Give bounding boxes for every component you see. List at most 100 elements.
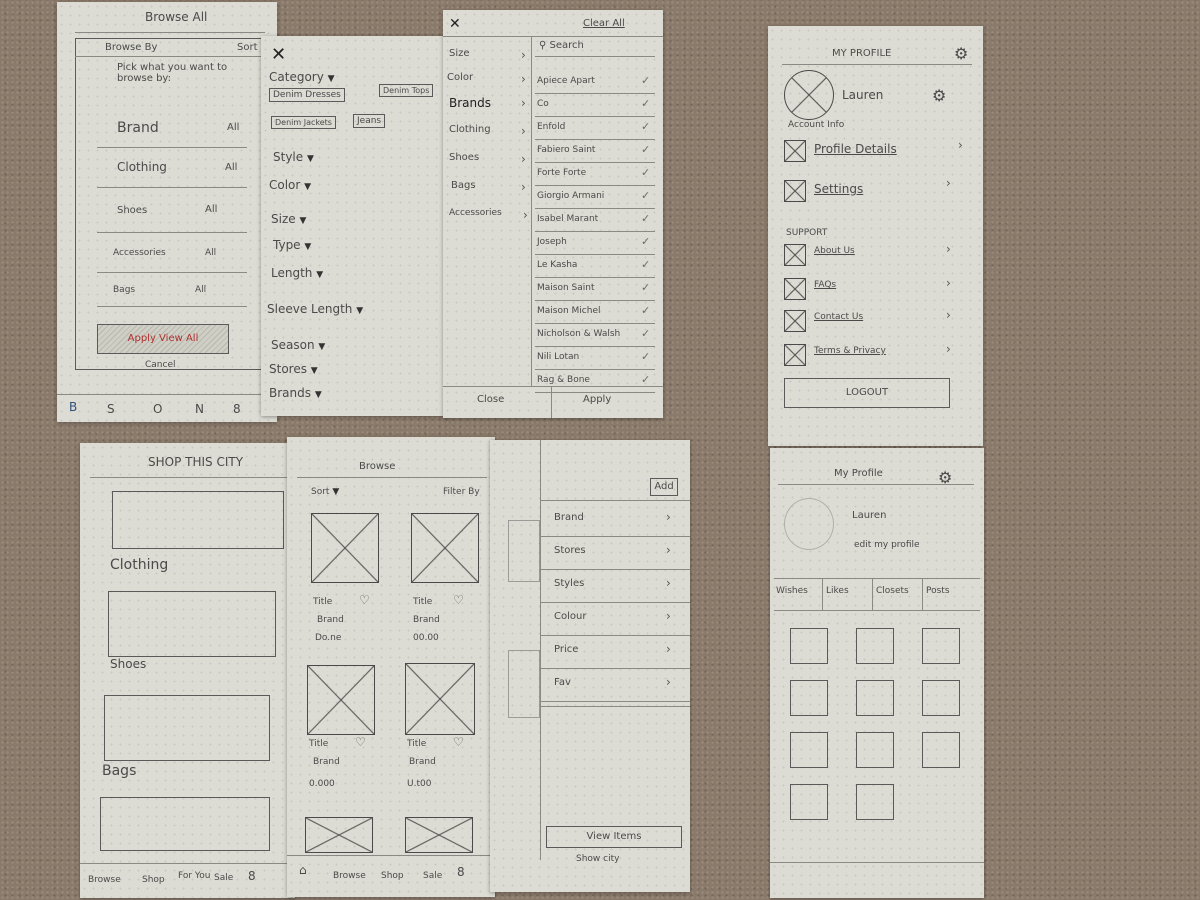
clear-all-link[interactable]: Clear All (583, 18, 625, 29)
settings-icon[interactable]: ⚙ (954, 44, 968, 63)
nav-item[interactable]: For You (178, 871, 210, 881)
bags-banner[interactable] (100, 797, 270, 851)
edit-profile-link[interactable]: edit my profile (854, 540, 920, 550)
apply-view-all-button[interactable]: Apply View All (97, 324, 229, 354)
filter-item[interactable]: Brands ▼ (269, 386, 322, 400)
brand-row[interactable]: Co ✓ (537, 97, 657, 117)
support-item[interactable]: About Us › (784, 242, 964, 268)
post-thumbnail[interactable] (856, 784, 894, 820)
close-icon[interactable]: ✕ (271, 44, 286, 65)
category-item[interactable]: Shoes › (449, 152, 526, 166)
tab-browse-by[interactable]: Browse By (105, 42, 157, 53)
chip-denim-tops[interactable]: Denim Tops (379, 84, 434, 97)
avatar[interactable] (784, 70, 834, 120)
tab-likes[interactable]: Likes (826, 586, 849, 596)
brand-row[interactable]: Isabel Marant ✓ (537, 212, 657, 232)
nav-item[interactable]: N (195, 402, 204, 416)
nav-item[interactable]: Browse (333, 871, 366, 881)
drawer-item[interactable]: Fav › (546, 671, 682, 699)
home-icon[interactable]: ⌂ (299, 863, 307, 877)
brand-row[interactable]: Forte Forte ✓ (537, 166, 657, 186)
post-thumbnail[interactable] (856, 628, 894, 664)
filter-item[interactable]: Style ▼ (273, 150, 314, 164)
post-thumbnail[interactable] (856, 732, 894, 768)
filter-item[interactable]: Size ▼ (271, 212, 306, 226)
nav-item[interactable]: Browse (88, 875, 121, 885)
chip-jeans[interactable]: Jeans (353, 114, 386, 128)
drawer-item[interactable]: Stores › (546, 539, 682, 567)
post-thumbnail[interactable] (922, 732, 960, 768)
brand-row[interactable]: Le Kasha ✓ (537, 258, 657, 278)
view-items-button[interactable]: View Items (546, 826, 682, 848)
apply-button[interactable]: Apply (583, 394, 611, 405)
brand-row[interactable]: Maison Michel ✓ (537, 304, 657, 324)
drawer-item[interactable]: Styles › (546, 572, 682, 600)
search-input[interactable]: ⚲ Search (539, 40, 584, 51)
category-item[interactable]: Size › (449, 48, 526, 62)
logout-button[interactable]: LOGOUT (784, 378, 950, 408)
hero-banner[interactable] (112, 491, 284, 549)
nav-item[interactable]: Shop (142, 875, 165, 885)
nav-item[interactable]: Sale (214, 873, 233, 883)
brand-row[interactable]: Nili Lotan ✓ (537, 350, 657, 370)
gear-icon[interactable]: ⚙ (932, 86, 946, 105)
heart-icon[interactable]: ♡ (355, 735, 366, 749)
heart-icon[interactable]: ♡ (453, 735, 464, 749)
filter-button[interactable]: Filter By (443, 487, 480, 497)
support-item[interactable]: Terms & Privacy › (784, 342, 964, 368)
category-label[interactable]: Category ▼ (269, 70, 335, 84)
tab-sort[interactable]: Sort (237, 42, 258, 53)
nav-item[interactable]: 8 (233, 402, 241, 416)
drawer-item[interactable]: Price › (546, 638, 682, 666)
filter-item[interactable]: Sleeve Length ▼ (267, 302, 363, 316)
close-icon[interactable]: ✕ (449, 16, 461, 32)
filter-item[interactable]: Season ▼ (271, 338, 325, 352)
brand-row[interactable]: Apiece Apart ✓ (537, 74, 657, 94)
support-item[interactable]: Contact Us › (784, 308, 964, 334)
category-item[interactable]: Bags › (451, 180, 526, 194)
category-item[interactable]: Brands › (449, 96, 526, 110)
drawer-item[interactable]: Colour › (546, 605, 682, 633)
nav-item[interactable]: O (153, 402, 162, 416)
heart-icon[interactable]: ♡ (359, 593, 370, 607)
clothing-banner[interactable] (108, 591, 276, 657)
category-item[interactable]: Clothing › (449, 124, 526, 138)
support-item[interactable]: FAQs › (784, 276, 964, 302)
heart-icon[interactable]: ♡ (453, 593, 464, 607)
tab-closets[interactable]: Closets (876, 586, 909, 596)
post-thumbnail[interactable] (922, 628, 960, 664)
filter-item[interactable]: Color ▼ (269, 178, 311, 192)
chip-denim-jackets[interactable]: Denim Jackets (271, 116, 336, 129)
brand-row[interactable]: Giorgio Armani ✓ (537, 189, 657, 209)
close-button[interactable]: Close (477, 394, 504, 405)
post-thumbnail[interactable] (790, 680, 828, 716)
post-thumbnail[interactable] (790, 784, 828, 820)
avatar[interactable] (784, 498, 834, 550)
brand-row[interactable]: Fabiero Saint ✓ (537, 143, 657, 163)
filter-item[interactable]: Type ▼ (273, 238, 311, 252)
nav-item[interactable]: B (69, 400, 77, 414)
post-thumbnail[interactable] (856, 680, 894, 716)
tab-wishes[interactable]: Wishes (776, 586, 808, 596)
drawer-item[interactable]: Brand › (546, 506, 682, 534)
sort-dropdown[interactable]: Sort ▼ (311, 487, 339, 497)
brand-row[interactable]: Rag & Bone ✓ (537, 373, 657, 393)
filter-item[interactable]: Stores ▼ (269, 362, 318, 376)
add-button[interactable]: Add (650, 478, 678, 496)
brand-row[interactable]: Nicholson & Walsh ✓ (537, 327, 657, 347)
product-image[interactable] (305, 817, 373, 853)
cancel-link[interactable]: Cancel (145, 360, 176, 370)
brand-row[interactable]: Enfold ✓ (537, 120, 657, 140)
nav-item[interactable]: S (107, 402, 115, 416)
nav-item[interactable]: Shop (381, 871, 404, 881)
category-item[interactable]: Color › (447, 72, 526, 86)
post-thumbnail[interactable] (790, 732, 828, 768)
brand-row[interactable]: Joseph ✓ (537, 235, 657, 255)
tab-posts[interactable]: Posts (926, 586, 950, 596)
post-thumbnail[interactable] (790, 628, 828, 664)
nav-item[interactable]: 8 (457, 865, 465, 879)
chip-denim-dresses[interactable]: Denim Dresses (269, 88, 345, 102)
nav-item[interactable]: 8 (248, 869, 256, 883)
category-item[interactable]: Accessories › (449, 208, 528, 222)
filter-item[interactable]: Length ▼ (271, 266, 323, 280)
